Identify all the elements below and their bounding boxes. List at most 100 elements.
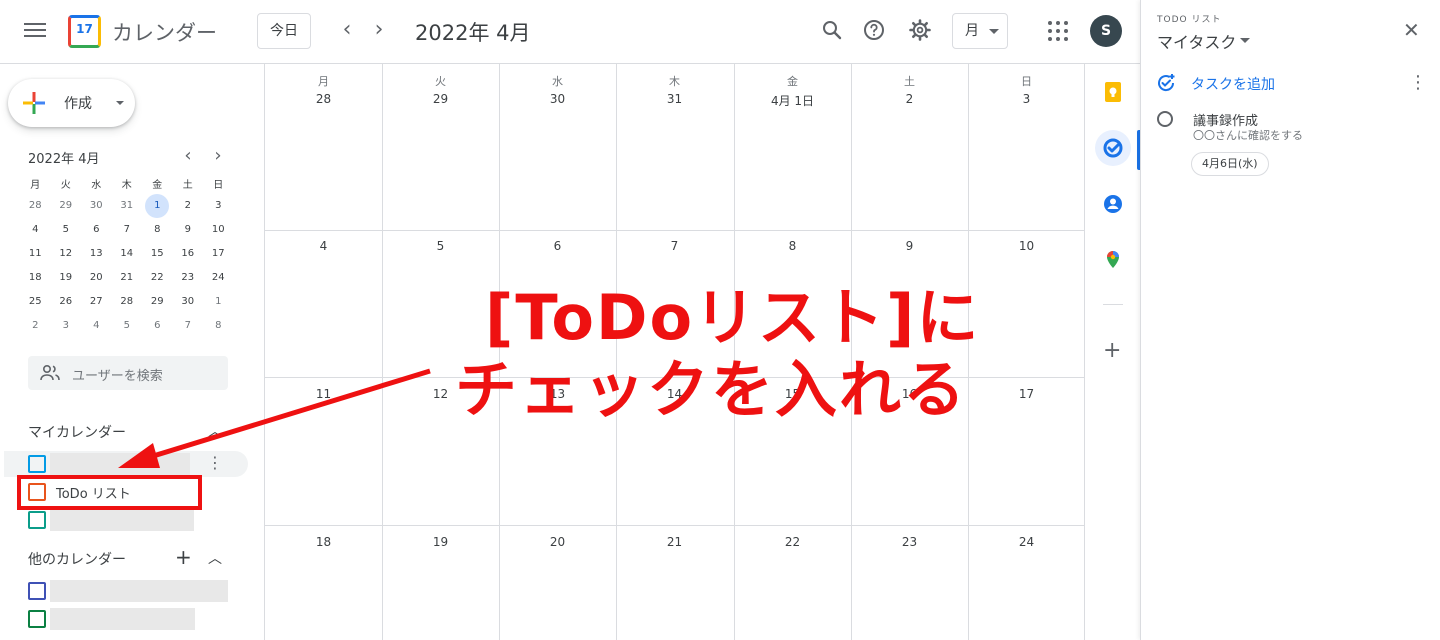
calendar-checkbox[interactable] <box>28 455 46 473</box>
tasks-button[interactable] <box>1095 130 1131 166</box>
day-number[interactable]: 6 <box>499 239 616 253</box>
mini-day[interactable]: 10 <box>203 218 234 242</box>
mini-day[interactable]: 13 <box>81 242 112 266</box>
mini-day[interactable]: 20 <box>81 266 112 290</box>
my-calendars-title[interactable]: マイカレンダー <box>28 422 126 442</box>
day-number[interactable]: 8 <box>734 239 851 253</box>
my-calendar-item-3[interactable] <box>28 509 228 531</box>
next-period-button[interactable]: › <box>368 18 390 44</box>
day-number[interactable]: 10 <box>968 239 1085 253</box>
task-list-selector[interactable]: マイタスク <box>1157 29 1236 53</box>
mini-day[interactable]: 5 <box>112 314 143 338</box>
settings-gear-icon[interactable] <box>908 18 932 42</box>
more-options-icon[interactable]: ⋮ <box>207 453 223 472</box>
mini-day[interactable]: 11 <box>20 242 51 266</box>
mini-day[interactable]: 30 <box>81 194 112 218</box>
day-number[interactable]: 2 <box>851 92 968 106</box>
chevron-up-icon[interactable]: ︿ <box>208 548 222 568</box>
day-number[interactable]: 20 <box>499 535 616 549</box>
mini-day[interactable]: 4 <box>20 218 51 242</box>
main-menu-icon[interactable] <box>24 20 46 42</box>
day-number[interactable]: 24 <box>968 535 1085 549</box>
day-number[interactable]: 19 <box>382 535 499 549</box>
mini-day[interactable]: 30 <box>173 290 204 314</box>
mini-day[interactable]: 7 <box>173 314 204 338</box>
today-button[interactable]: 今日 <box>257 13 311 49</box>
mini-day[interactable]: 22 <box>142 266 173 290</box>
calendar-checkbox[interactable] <box>28 610 46 628</box>
maps-button[interactable] <box>1095 242 1131 278</box>
mini-day[interactable]: 31 <box>112 194 143 218</box>
day-number[interactable]: 23 <box>851 535 968 549</box>
mini-day[interactable]: 6 <box>142 314 173 338</box>
mini-day[interactable]: 3 <box>203 194 234 218</box>
my-calendar-item-1[interactable] <box>28 453 228 475</box>
mini-day[interactable]: 18 <box>20 266 51 290</box>
day-number[interactable]: 5 <box>382 239 499 253</box>
day-number[interactable]: 28 <box>265 92 382 106</box>
mini-day[interactable]: 23 <box>173 266 204 290</box>
get-addons-plus-icon[interactable]: + <box>1103 338 1121 363</box>
mini-day[interactable]: 7 <box>112 218 143 242</box>
mini-day[interactable]: 14 <box>112 242 143 266</box>
mini-day[interactable]: 9 <box>173 218 204 242</box>
mini-day[interactable]: 8 <box>142 218 173 242</box>
mini-calendar-next-button[interactable]: › <box>210 146 226 166</box>
mini-day[interactable]: 21 <box>112 266 143 290</box>
mini-day[interactable]: 28 <box>20 194 51 218</box>
search-users-input[interactable]: ユーザーを検索 <box>28 356 228 390</box>
mini-day[interactable]: 6 <box>81 218 112 242</box>
contacts-button[interactable] <box>1095 186 1131 222</box>
other-calendar-item-2[interactable] <box>28 608 228 630</box>
mini-day[interactable]: 25 <box>20 290 51 314</box>
day-number[interactable]: 31 <box>616 92 733 106</box>
other-calendars-title[interactable]: 他のカレンダー <box>28 549 126 569</box>
mini-day[interactable]: 2 <box>173 194 204 218</box>
search-icon[interactable] <box>820 18 844 42</box>
prev-period-button[interactable]: ‹ <box>336 18 358 44</box>
mini-day[interactable]: 12 <box>51 242 82 266</box>
mini-day[interactable]: 28 <box>112 290 143 314</box>
mini-day[interactable]: 24 <box>203 266 234 290</box>
mini-day[interactable]: 4 <box>81 314 112 338</box>
day-number[interactable]: 4月 1日 <box>734 92 851 109</box>
mini-day[interactable]: 29 <box>51 194 82 218</box>
add-task-icon[interactable] <box>1156 73 1176 93</box>
mini-day[interactable]: 5 <box>51 218 82 242</box>
mini-day[interactable]: 27 <box>81 290 112 314</box>
add-other-calendar-plus-icon[interactable]: + <box>175 545 192 569</box>
day-number[interactable]: 7 <box>616 239 733 253</box>
help-icon[interactable] <box>862 18 886 42</box>
close-icon[interactable]: ✕ <box>1403 18 1420 42</box>
mini-day[interactable]: 1 <box>203 290 234 314</box>
day-number[interactable]: 22 <box>734 535 851 549</box>
day-number[interactable]: 9 <box>851 239 968 253</box>
day-number[interactable]: 18 <box>265 535 382 549</box>
google-apps-icon[interactable] <box>1048 21 1068 41</box>
mini-day[interactable]: 8 <box>203 314 234 338</box>
mini-day[interactable]: 17 <box>203 242 234 266</box>
other-calendar-item-1[interactable] <box>28 580 228 602</box>
day-number[interactable]: 21 <box>616 535 733 549</box>
calendar-checkbox[interactable] <box>28 511 46 529</box>
day-number[interactable]: 3 <box>968 92 1085 106</box>
mini-day[interactable]: 16 <box>173 242 204 266</box>
task-due-date-chip[interactable]: 4月6日(水) <box>1191 152 1269 176</box>
day-number[interactable]: 30 <box>499 92 616 106</box>
view-selector[interactable]: 月 <box>952 13 1008 49</box>
calendar-checkbox[interactable] <box>28 582 46 600</box>
mini-day[interactable]: 19 <box>51 266 82 290</box>
mini-day[interactable]: 29 <box>142 290 173 314</box>
day-number[interactable]: 11 <box>265 387 382 401</box>
day-number[interactable]: 29 <box>382 92 499 106</box>
add-task-button[interactable]: タスクを追加 <box>1191 74 1275 94</box>
mini-day[interactable]: 15 <box>142 242 173 266</box>
mini-day[interactable]: 26 <box>51 290 82 314</box>
keep-button[interactable] <box>1095 74 1131 110</box>
day-number[interactable]: 4 <box>265 239 382 253</box>
chevron-down-icon[interactable] <box>1240 38 1250 43</box>
chevron-up-icon[interactable]: ︿ <box>208 421 222 441</box>
task-complete-checkbox[interactable] <box>1157 111 1173 127</box>
account-avatar[interactable]: S <box>1090 15 1122 47</box>
mini-day[interactable]: 3 <box>51 314 82 338</box>
